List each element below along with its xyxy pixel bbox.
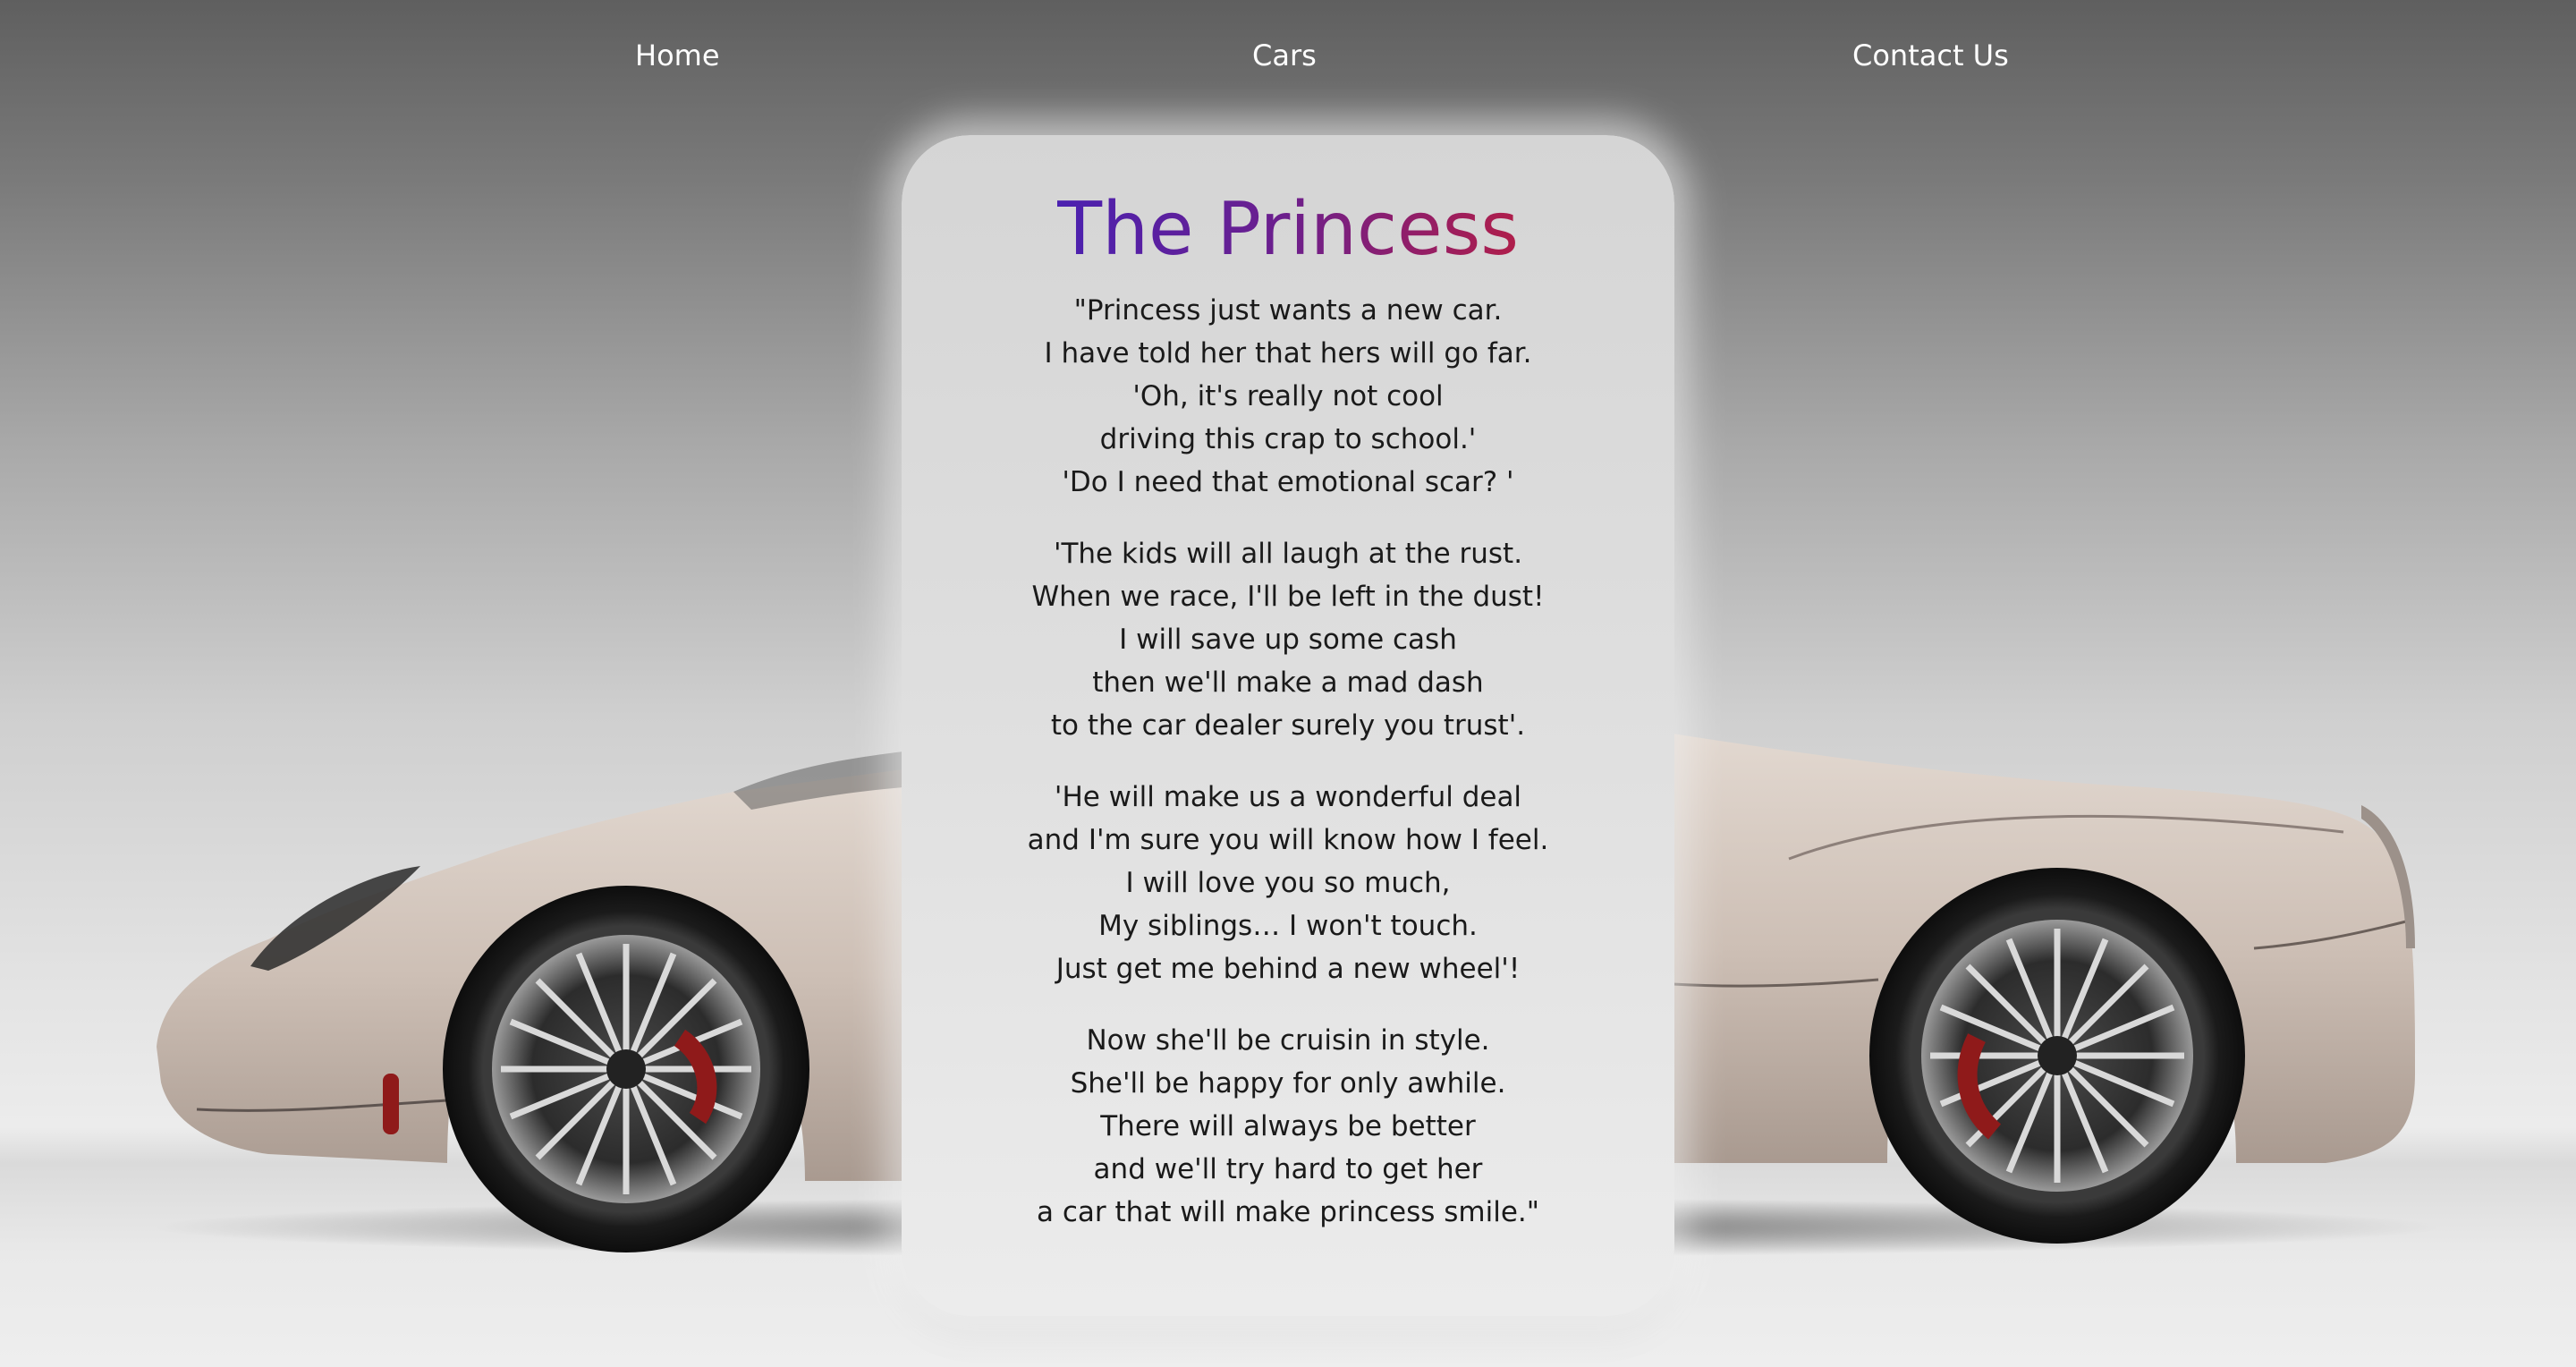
car-front-section bbox=[157, 751, 903, 1252]
poem-line: There will always be better bbox=[1100, 1110, 1476, 1142]
poem-line: When we race, I'll be left in the dust! bbox=[1031, 581, 1545, 613]
poem-line: I will save up some cash bbox=[1119, 624, 1457, 656]
poem-line: 'He will make us a wonderful deal bbox=[1054, 781, 1522, 813]
poem-line: to the car dealer surely you trust'. bbox=[1050, 709, 1526, 742]
nav-home-link[interactable]: Home bbox=[635, 34, 720, 77]
poem-title: The Princess bbox=[1057, 182, 1519, 278]
page-background: Home Cars Contact Us The Princess "Princ… bbox=[0, 0, 2576, 1367]
poem-line: My siblings… I won't touch. bbox=[1098, 910, 1478, 942]
poem-line: I have told her that hers will go far. bbox=[1044, 337, 1532, 369]
nav-contact-link[interactable]: Contact Us bbox=[1852, 34, 2009, 77]
poem-line: and I'm sure you will know how I feel. bbox=[1027, 824, 1549, 856]
car-rear-section bbox=[1672, 734, 2415, 1244]
poem-line: then we'll make a mad dash bbox=[1092, 667, 1484, 699]
poem-line: a car that will make princess smile." bbox=[1036, 1196, 1540, 1228]
poem-line: 'The kids will all laugh at the rust. bbox=[1053, 538, 1523, 570]
poem-line: "Princess just wants a new car. bbox=[1073, 294, 1503, 327]
poem-stanza: 'He will make us a wonderful deal and I'… bbox=[902, 776, 1674, 990]
poem-line: and we'll try hard to get her bbox=[1093, 1153, 1483, 1185]
poem-stanza: 'The kids will all laugh at the rust. Wh… bbox=[902, 532, 1674, 747]
poem-stanza: "Princess just wants a new car. I have t… bbox=[902, 289, 1674, 504]
poem-line: Now she'll be cruisin in style. bbox=[1086, 1024, 1490, 1057]
poem-line: driving this crap to school.' bbox=[1099, 423, 1477, 455]
poem-line: Just get me behind a new wheel'! bbox=[1055, 953, 1521, 985]
poem-stanza: Now she'll be cruisin in style. She'll b… bbox=[902, 1019, 1674, 1234]
top-navigation: Home Cars Contact Us bbox=[0, 0, 2576, 111]
nav-cars-link[interactable]: Cars bbox=[1252, 34, 1317, 77]
poem-line: 'Do I need that emotional scar? ' bbox=[1062, 466, 1514, 498]
poem-line: She'll be happy for only awhile. bbox=[1070, 1067, 1506, 1100]
poem-line: 'Oh, it's really not cool bbox=[1132, 380, 1444, 412]
poem-card: The Princess "Princess just wants a new … bbox=[902, 135, 1674, 1316]
poem-line: I will love you so much, bbox=[1125, 867, 1451, 899]
